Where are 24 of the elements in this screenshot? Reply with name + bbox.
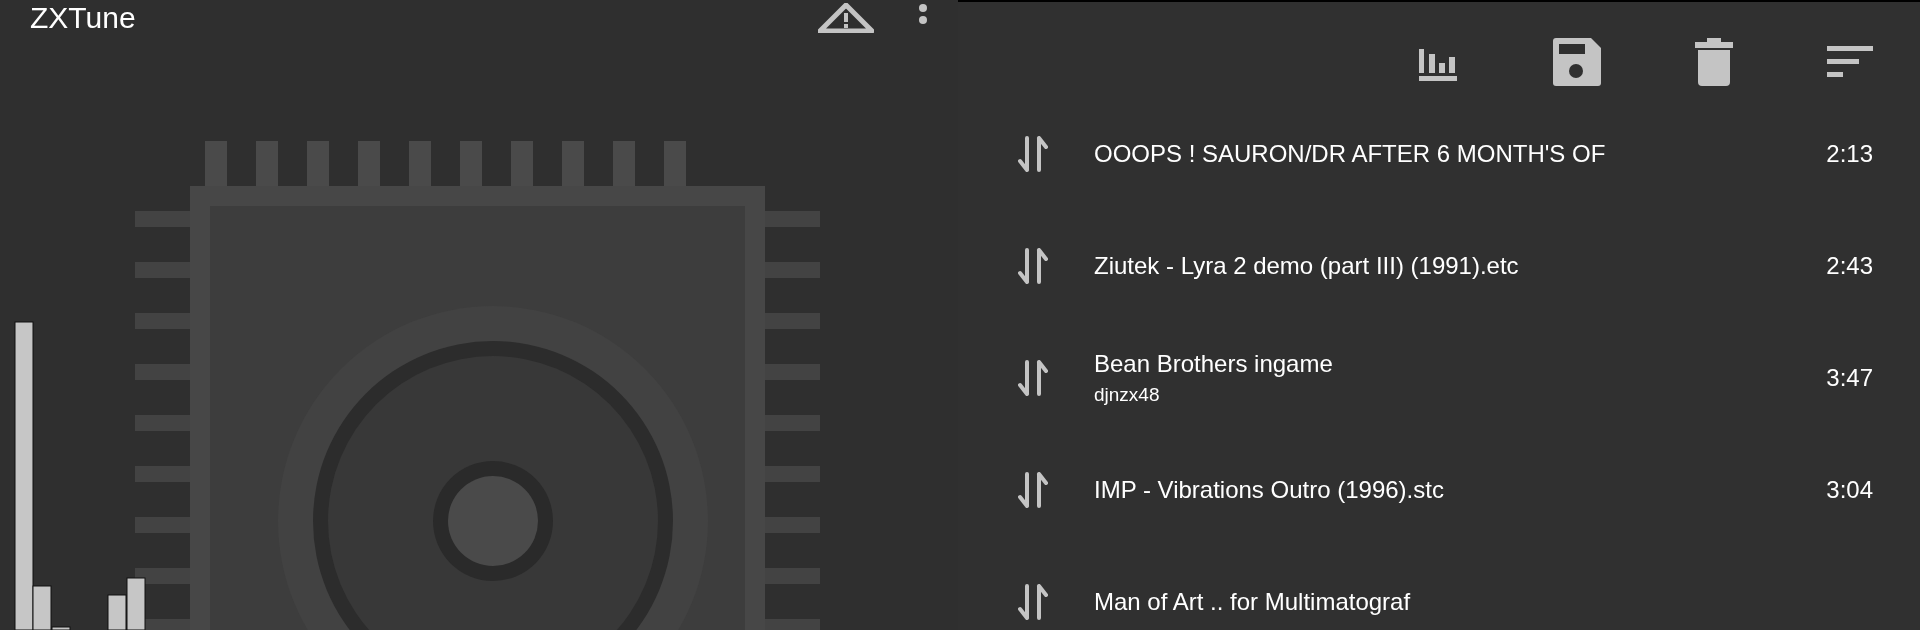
playlist-item[interactable]: OOOPS ! SAURON/DR AFTER 6 MONTH'S OF 2:13 [958,98,1920,210]
app-title: ZXTune [30,3,137,33]
drag-handle-icon[interactable] [1018,246,1048,286]
delete-icon[interactable] [1695,38,1733,86]
drag-handle-icon[interactable] [1018,582,1048,622]
track-title: OOOPS ! SAURON/DR AFTER 6 MONTH'S OF [1094,140,1607,168]
playlist-item[interactable]: Bean Brothers ingame djnzx48 3:47 [958,322,1920,434]
track-title: IMP - Vibrations Outro (1996).stc [1094,476,1445,504]
track-author: djnzx48 [1094,384,1161,406]
drag-handle-icon[interactable] [1018,470,1048,510]
track-duration: 3:04 [1826,476,1873,504]
track-duration: 2:13 [1826,140,1873,168]
track-title: Man of Art .. for Multimatograf [1094,588,1412,616]
track-duration: 3:47 [1826,364,1873,392]
track-title: Bean Brothers ingame [1094,350,1334,378]
drag-handle-icon[interactable] [1018,134,1048,174]
warning-icon[interactable] [818,3,874,33]
track-duration: 2:43 [1826,252,1873,280]
playlist-item[interactable]: Ziutek - Lyra 2 demo (part III) (1991).etc 2:43 [958,210,1920,322]
save-icon[interactable] [1553,38,1601,86]
playlist-item[interactable]: Man of Art .. for Multimatograf [958,546,1920,630]
drag-handle-icon[interactable] [1018,358,1048,398]
playlist-item[interactable]: IMP - Vibrations Outro (1996).stc 3:04 [958,434,1920,546]
track-title: Ziutek - Lyra 2 demo (part III) (1991).etc [1094,252,1520,280]
